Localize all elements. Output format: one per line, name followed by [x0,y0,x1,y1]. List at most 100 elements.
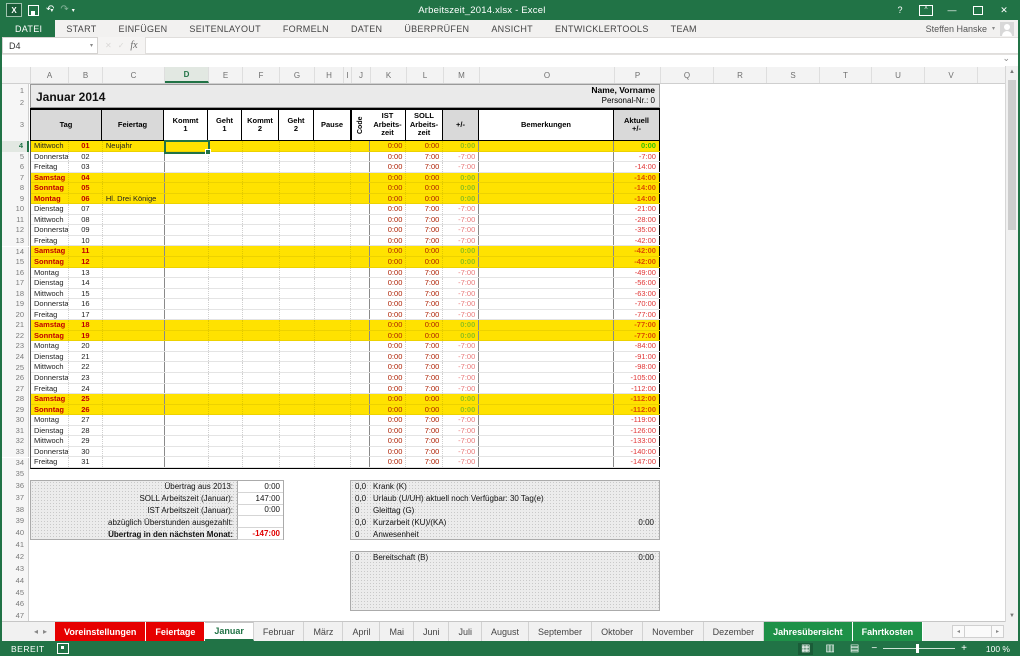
cell-datum[interactable]: 16 [69,299,103,309]
cell-soll[interactable]: 7:00 [406,373,443,383]
cell-soll[interactable]: 0:00 [406,257,443,267]
cell-soll[interactable]: 7:00 [406,352,443,362]
cell-plusminus[interactable]: 0:00 [443,405,479,415]
cell-code[interactable] [351,362,370,372]
employee-name-label[interactable]: Name, Vorname [591,86,655,96]
cell-geht1[interactable] [209,320,243,330]
cell-kommt2[interactable] [243,426,280,436]
cell-soll[interactable]: 0:00 [406,194,443,204]
cell-bemerkungen[interactable] [479,310,614,320]
row-header-30[interactable]: 30 [2,415,29,426]
cell-datum[interactable]: 31 [69,457,103,467]
cell-feiertag[interactable] [103,215,165,225]
summary-label[interactable]: IST Arbeitszeit (Januar): [31,506,237,515]
cell-code[interactable] [351,268,370,278]
cell-plusminus[interactable]: -7:00 [443,310,479,320]
insert-function-icon[interactable]: fx [130,40,137,51]
row-header-26[interactable]: 26 [2,373,29,384]
cell-soll[interactable]: 7:00 [406,268,443,278]
cell-code[interactable] [351,405,370,415]
cell-pause[interactable] [315,447,352,457]
summary-value[interactable]: 0:00 [237,505,283,517]
cell-geht1[interactable] [209,204,243,214]
table-row[interactable]: Samstag180:000:000:00-77:00 [31,320,660,331]
cell-geht2[interactable] [280,268,315,278]
cell-aktuell[interactable]: -77:00 [614,331,660,341]
row-header-13[interactable]: 13 [2,236,29,247]
cell-datum[interactable]: 12 [69,257,103,267]
row-header-23[interactable]: 23 [2,341,29,352]
cell-tag[interactable]: Mittwoch [31,436,69,446]
hscroll-track[interactable] [965,625,991,638]
cell-ist[interactable]: 0:00 [370,236,406,246]
row-header-16[interactable]: 16 [2,268,29,279]
cell-geht2[interactable] [280,384,315,394]
cell-bemerkungen[interactable] [479,394,614,404]
cell-bemerkungen[interactable] [479,426,614,436]
summary-count[interactable]: 0 [351,530,373,539]
summary-count[interactable]: 0,0 [351,482,373,491]
summary-count[interactable]: 0 [351,553,373,562]
cell-bemerkungen[interactable] [479,415,614,425]
cell-datum[interactable]: 03 [69,162,103,172]
minimize-button[interactable]: — [940,2,964,18]
header-cell-10[interactable]: +/- [443,109,479,141]
cell-pause[interactable] [315,457,352,467]
column-header-A[interactable]: A [31,67,69,83]
sheet-tab-juli[interactable]: Juli [449,622,482,641]
cell-ist[interactable]: 0:00 [370,457,406,467]
cell-geht2[interactable] [280,183,315,193]
cell-aktuell[interactable]: -14:00 [614,194,660,204]
cell-datum[interactable]: 22 [69,362,103,372]
cell-plusminus[interactable]: -7:00 [443,415,479,425]
macro-record-icon[interactable] [57,643,69,654]
cell-geht1[interactable] [209,215,243,225]
cell-feiertag[interactable] [103,373,165,383]
cell-kommt2[interactable] [243,331,280,341]
summary-count[interactable]: 0,0 [351,494,373,503]
avatar[interactable] [1000,22,1014,36]
cell-geht1[interactable] [209,152,243,162]
cancel-icon[interactable]: ✕ [105,41,112,50]
cell-pause[interactable] [315,278,352,288]
table-row[interactable]: Sonntag050:000:000:00-14:00 [31,183,660,194]
table-row[interactable]: Samstag110:000:000:00-42:00 [31,246,660,257]
row-header-45[interactable]: 45 [2,587,29,599]
cell-geht1[interactable] [209,246,243,256]
sheet-tab-mai[interactable]: Mai [380,622,414,641]
cell-aktuell[interactable]: -42:00 [614,236,660,246]
cell-aktuell[interactable]: -63:00 [614,289,660,299]
cell-plusminus[interactable]: 0:00 [443,257,479,267]
cell-kommt1[interactable] [165,299,209,309]
cell-geht2[interactable] [280,447,315,457]
cell-plusminus[interactable]: -7:00 [443,373,479,383]
ribbon-display-options-icon[interactable]: ˄ [914,2,938,18]
table-row[interactable]: Freitag170:007:00-7:00-77:00 [31,310,660,321]
column-header-J[interactable]: J [352,67,371,83]
cell-feiertag[interactable] [103,352,165,362]
cell-plusminus[interactable]: -7:00 [443,447,479,457]
table-row[interactable]: Donnerstag160:007:00-7:00-70:00 [31,299,660,310]
cell-geht1[interactable] [209,299,243,309]
cell-aktuell[interactable]: -147:00 [614,457,660,467]
cell-pause[interactable] [315,268,352,278]
cell-datum[interactable]: 11 [69,246,103,256]
sheet-tab-juni[interactable]: Juni [414,622,450,641]
header-cell-0[interactable]: Tag [30,109,102,141]
cell-datum[interactable]: 07 [69,204,103,214]
cell-soll[interactable]: 0:00 [406,183,443,193]
cell-feiertag[interactable] [103,426,165,436]
ribbon-tab-formeln[interactable]: FORMELN [272,20,340,37]
cell-kommt1[interactable] [165,278,209,288]
header-cell-5[interactable]: Geht 2 [279,109,314,141]
cell-soll[interactable]: 7:00 [406,289,443,299]
cell-soll[interactable]: 7:00 [406,436,443,446]
summary-label[interactable]: Übertrag aus 2013: [31,482,237,491]
table-row[interactable]: Mittwoch080:007:00-7:00-28:00 [31,215,660,226]
cell-datum[interactable]: 24 [69,384,103,394]
cell-tag[interactable]: Montag [31,341,69,351]
row-header-46[interactable]: 46 [2,598,29,610]
cell-code[interactable] [351,447,370,457]
cell-kommt2[interactable] [243,141,280,151]
cell-datum[interactable]: 29 [69,436,103,446]
